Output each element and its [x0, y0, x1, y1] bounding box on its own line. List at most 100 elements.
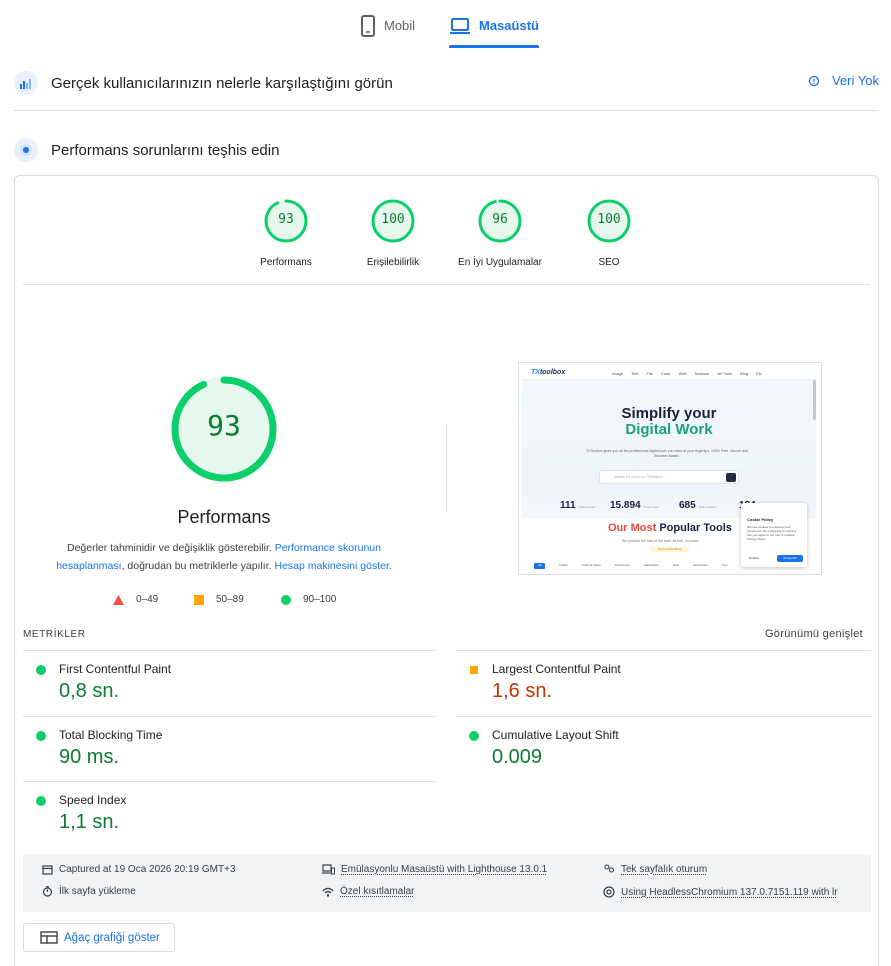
scores-divider	[23, 284, 870, 285]
wifi-icon	[322, 887, 334, 897]
thumb-popular-sub: We present the best of the best. All fre…	[622, 539, 700, 543]
score-label: Performans	[260, 257, 312, 268]
diagnose-title: Performans sorunlarını teşhis edin	[51, 141, 280, 159]
thumb-logo: TXtoolbox	[531, 369, 566, 376]
metric-lcp: Largest Contentful Paint 1,6 sn.	[456, 650, 871, 716]
category-scores: 93 Performans 100 Erişilebilirlik 96 En …	[15, 176, 880, 284]
screenshot-content: TXtoolbox Image Text File Code Web Network All…	[522, 366, 816, 572]
average-square-icon	[470, 666, 478, 674]
metric-fcp: First Contentful Paint 0,8 sn.	[23, 650, 436, 716]
score-label: En İyi Uygulamalar	[458, 257, 542, 268]
no-data-label: Veri Yok	[832, 73, 879, 88]
description-text-1: Değerler tahminidir ve değişiklik göster…	[67, 542, 272, 554]
browser-info[interactable]: Using HeadlessChromium 137.0.7151.119 wi…	[603, 886, 838, 898]
calculator-link[interactable]: Hesap makinesini göster.	[274, 560, 391, 572]
thumb-search: Search for a tool on TXToolbox...	[599, 470, 739, 484]
field-data-title: Gerçek kullanıcılarınızın nelerle karşıl…	[51, 74, 393, 92]
pass-circle-icon	[36, 665, 46, 675]
metric-name: Speed Index	[59, 793, 127, 807]
thumb-menu: Image Text File Code Web Network All Tools Blog…	[612, 371, 762, 376]
legend-pass-range: 90–100	[303, 594, 337, 605]
session-info[interactable]: Tek sayfalık oturum	[603, 864, 707, 875]
page-screenshot: TXtoolbox Image Text File Code Web Network All…	[518, 362, 822, 575]
metric-value: 0.009	[492, 746, 543, 768]
no-data-link[interactable]: Veri Yok	[808, 73, 879, 88]
vertical-separator	[446, 424, 447, 512]
pass-circle-icon	[469, 731, 479, 741]
thumb-cookie-banner: Cookie Policy We use cookies to enhance …	[741, 503, 807, 567]
thumb-popular-title: Our Most Popular Tools	[608, 522, 732, 534]
laptop-icon	[450, 18, 470, 34]
metric-name: Total Blocking Time	[59, 728, 163, 742]
throttling-info[interactable]: Özel kısıtlamalar	[322, 886, 414, 897]
score-ring: 100	[370, 198, 416, 244]
expand-view-toggle[interactable]: Görünümü genişlet	[765, 628, 863, 640]
tab-mobile-label: Mobil	[384, 18, 416, 33]
diagnose-header: Performans sorunlarını teşhis edin	[14, 137, 879, 163]
tab-desktop[interactable]: Masaüstü	[449, 14, 539, 48]
run-info-panel: Captured at 19 Oca 2026 20:19 GMT+3 İlk …	[23, 854, 871, 912]
tab-mobile[interactable]: Mobil	[360, 14, 415, 48]
initial-load: İlk sayfa yükleme	[42, 886, 136, 897]
legend-fail: 0–49	[113, 594, 158, 605]
lighthouse-icon	[14, 138, 38, 162]
device-tabs: Mobil Masaüstü	[0, 0, 891, 48]
score-ring: 96	[477, 198, 523, 244]
score-value: 100	[381, 212, 405, 227]
pass-circle-icon	[36, 796, 46, 806]
metric-name: First Contentful Paint	[59, 662, 172, 676]
captured-at: Captured at 19 Oca 2026 20:19 GMT+3	[42, 864, 236, 875]
score-gauge-accessibility[interactable]: 100 Erişilebilirlik	[333, 198, 453, 268]
triangle-icon	[113, 594, 124, 605]
chrome-icon	[603, 886, 615, 898]
thumb-search-button	[726, 473, 736, 482]
people-icon	[604, 864, 615, 873]
score-value: 100	[597, 212, 621, 227]
pass-circle-icon	[36, 731, 46, 741]
metric-value: 90 ms.	[59, 746, 120, 768]
thumb-hero-title: Simplify your Digital Work	[621, 405, 717, 438]
description-text-2: , doğrudan bu metriklerle yapılır.	[121, 560, 272, 572]
phone-icon	[361, 15, 375, 37]
emulation-info[interactable]: Emülasyonlu Masaüstü with Lighthouse 13.…	[322, 864, 547, 875]
tab-desktop-label: Masaüstü	[479, 18, 539, 33]
score-value: 96	[492, 212, 508, 227]
score-gauge-best-practices[interactable]: 96 En İyi Uygulamalar	[440, 198, 560, 268]
field-data-icon	[14, 71, 38, 95]
metric-name: Largest Contentful Paint	[492, 662, 621, 676]
treemap-button-label: Ağaç grafiği göster	[64, 931, 160, 944]
performance-gauge: 93	[170, 375, 278, 483]
square-icon	[194, 594, 204, 605]
score-ring: 100	[586, 198, 632, 244]
score-description: Değerler tahminidir ve değişiklik göster…	[43, 539, 405, 575]
performance-title: Performans	[177, 507, 271, 527]
treemap-button[interactable]: Ağaç grafiği göster	[23, 923, 175, 952]
section-divider	[14, 110, 879, 111]
metric-tbt: Total Blocking Time 90 ms.	[23, 716, 436, 782]
performance-score: 93	[207, 409, 241, 442]
score-gauge-seo[interactable]: 100 SEO	[549, 198, 669, 268]
score-label: SEO	[598, 257, 620, 268]
legend-average: 50–89	[194, 594, 244, 605]
score-value: 93	[278, 212, 294, 227]
metric-cls: Cumulative Layout Shift 0.009	[456, 716, 871, 782]
field-data-header: Gerçek kullanıcılarınızın nelerle karşıl…	[14, 70, 879, 96]
treemap-icon	[40, 931, 58, 944]
metric-name: Cumulative Layout Shift	[492, 728, 619, 742]
legend-pass: 90–100	[281, 594, 336, 605]
score-ring: 93	[263, 198, 309, 244]
thumb-navbar: TXtoolbox Image Text File Code Web Network All…	[522, 366, 816, 380]
thumb-hero-subtitle: TXToolbox gives you all the professional…	[585, 449, 749, 458]
score-gauge-performance[interactable]: 93 Performans	[226, 198, 346, 268]
metric-value: 1,1 sn.	[59, 811, 120, 833]
timer-icon	[42, 886, 53, 897]
thumb-tag: Tools of the Week	[651, 547, 689, 552]
legend-fail-range: 0–49	[136, 594, 159, 605]
devices-icon	[322, 864, 335, 875]
metric-value: 0,8 sn.	[59, 680, 120, 702]
circle-icon	[281, 594, 291, 605]
metrics-header: METRİKLER	[23, 629, 86, 640]
score-label: Erişilebilirlik	[366, 257, 420, 268]
calendar-icon	[42, 865, 53, 875]
legend-average-range: 50–89	[216, 594, 244, 605]
